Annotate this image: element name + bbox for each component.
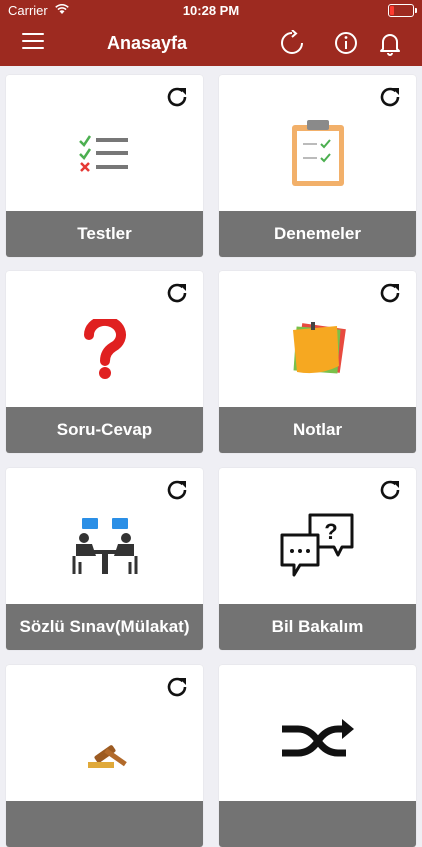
clipboard-icon [219, 103, 416, 203]
card-notlar[interactable]: Notlar [219, 271, 416, 453]
gavel-icon [6, 693, 203, 793]
hamburger-menu-icon[interactable] [22, 33, 44, 53]
status-time: 10:28 PM [182, 3, 240, 18]
svg-text:?: ? [324, 519, 337, 544]
card-label: Testler [6, 211, 203, 257]
card-label: Bil Bakalım [219, 604, 416, 650]
speech-bubbles-icon: ? [219, 496, 416, 596]
card-soru-cevap[interactable]: Soru-Cevap [6, 271, 203, 453]
card-denemeler[interactable]: Denemeler [219, 75, 416, 257]
sticky-notes-icon [219, 299, 416, 399]
card-shuffle[interactable] [219, 665, 416, 847]
card-label [219, 801, 416, 847]
bell-icon[interactable] [377, 30, 403, 56]
status-bar: Carrier 10:28 PM [0, 0, 422, 20]
interview-icon [6, 496, 203, 596]
card-label: Denemeler [219, 211, 416, 257]
card-testler[interactable]: Testler [6, 75, 203, 257]
shuffle-icon [219, 693, 416, 793]
card-label: Soru-Cevap [6, 407, 203, 453]
card-sozlu-sinav[interactable]: Sözlü Sınav(Mülakat) [6, 468, 203, 650]
page-title: Anasayfa [107, 33, 188, 53]
refresh-icon[interactable] [279, 29, 305, 56]
card-label: Notlar [219, 407, 416, 453]
checklist-icon [6, 103, 203, 203]
card-gavel[interactable] [6, 665, 203, 847]
card-bil-bakalim[interactable]: ? Bil Bakalım [219, 468, 416, 650]
card-label [6, 801, 203, 847]
info-icon[interactable] [333, 30, 359, 56]
battery-icon [388, 4, 417, 17]
nav-bar: Anasayfa [0, 20, 422, 66]
question-mark-icon [6, 299, 203, 399]
card-label: Sözlü Sınav(Mülakat) [6, 604, 203, 650]
